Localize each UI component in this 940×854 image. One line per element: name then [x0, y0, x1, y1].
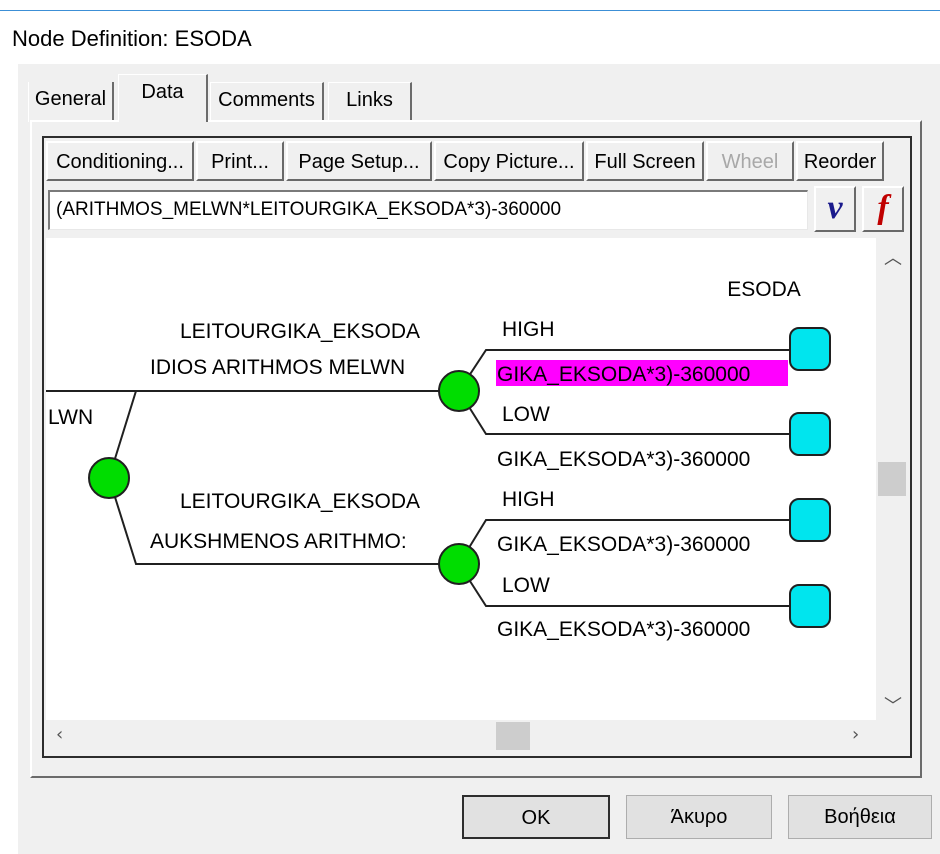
- print-button[interactable]: Print...: [196, 141, 284, 181]
- tab-data[interactable]: Data: [118, 74, 208, 122]
- outcome-value-low-2[interactable]: GIKA_EKSODA*3)-360000: [497, 618, 750, 641]
- outcome-value-low-1[interactable]: GIKA_EKSODA*3)-360000: [497, 448, 750, 471]
- reorder-button[interactable]: Reorder: [796, 141, 884, 181]
- cancel-button[interactable]: Άκυρο: [626, 795, 772, 839]
- conditioning-button[interactable]: Conditioning...: [46, 141, 194, 181]
- root-label: LWN: [48, 406, 93, 429]
- terminal-node-1[interactable]: [789, 327, 831, 371]
- tab-data-label: Data: [141, 81, 184, 103]
- window-title: Node Definition: ESODA: [12, 26, 252, 51]
- page-setup-button[interactable]: Page Setup...: [286, 141, 432, 181]
- tab-links[interactable]: Links: [328, 82, 412, 122]
- upper-branch-line: [108, 390, 459, 479]
- outcome-label-low-1: LOW: [502, 403, 550, 426]
- tree-lines: [46, 349, 796, 607]
- tree-header: ESODA: [727, 278, 801, 301]
- horizontal-scrollbar[interactable]: ‹ ›: [46, 720, 876, 752]
- outcome-label-high-1: HIGH: [502, 318, 555, 341]
- ok-button[interactable]: OK: [462, 795, 610, 839]
- lower-chance-node[interactable]: [438, 543, 480, 585]
- vertical-scrollbar[interactable]: ︿ ﹀: [876, 238, 908, 720]
- title-separator: [0, 10, 940, 11]
- outcome-label-low-2: LOW: [502, 574, 550, 597]
- decision-tree-graphic: ESODA LWN LEITOURGIKA_EKSODA IDIOS ARITH…: [46, 278, 831, 641]
- root-chance-node[interactable]: [88, 457, 130, 499]
- outcome-label-high-2: HIGH: [502, 488, 555, 511]
- functions-button[interactable]: f: [862, 186, 904, 232]
- upper-chance-node[interactable]: [438, 370, 480, 412]
- scroll-left-icon[interactable]: ‹: [56, 724, 63, 745]
- lower-branch-label: AUKSHMENOS ARITHMO:: [150, 530, 407, 553]
- tab-general[interactable]: General: [28, 82, 114, 122]
- tab-comments-label: Comments: [218, 89, 315, 111]
- outcome-value-high-1[interactable]: GIKA_EKSODA*3)-360000: [497, 363, 750, 386]
- full-screen-button[interactable]: Full Screen: [586, 141, 704, 181]
- copy-picture-button[interactable]: Copy Picture...: [434, 141, 584, 181]
- scroll-down-icon[interactable]: ﹀: [884, 692, 902, 718]
- upper-var-label: LEITOURGIKA_EKSODA: [180, 320, 420, 343]
- vertical-scroll-thumb[interactable]: [878, 462, 906, 496]
- tab-comments[interactable]: Comments: [210, 82, 324, 122]
- tab-links-label: Links: [346, 89, 393, 111]
- formula-input[interactable]: (ARITHMOS_MELWN*LEITOURGIKA_EKSODA*3)-36…: [48, 190, 808, 230]
- wheel-button: Wheel: [706, 141, 794, 181]
- decision-tree-canvas[interactable]: ESODA LWN LEITOURGIKA_EKSODA IDIOS ARITH…: [46, 238, 876, 720]
- terminal-node-2[interactable]: [789, 412, 831, 456]
- help-button[interactable]: Βοήθεια: [788, 795, 932, 839]
- scroll-up-icon[interactable]: ︿: [884, 244, 902, 270]
- scroll-right-icon[interactable]: ›: [852, 724, 859, 745]
- horizontal-scroll-thumb[interactable]: [496, 722, 530, 750]
- terminal-node-3[interactable]: [789, 498, 831, 542]
- variables-button[interactable]: v: [814, 186, 856, 232]
- tab-general-label: General: [34, 88, 107, 110]
- upper-branch-label: IDIOS ARITHMOS MELWN: [150, 356, 405, 379]
- outcome-value-high-2[interactable]: GIKA_EKSODA*3)-360000: [497, 533, 750, 556]
- lower-var-label: LEITOURGIKA_EKSODA: [180, 490, 420, 513]
- scrollbar-corner: [876, 720, 908, 752]
- terminal-node-4[interactable]: [789, 584, 831, 628]
